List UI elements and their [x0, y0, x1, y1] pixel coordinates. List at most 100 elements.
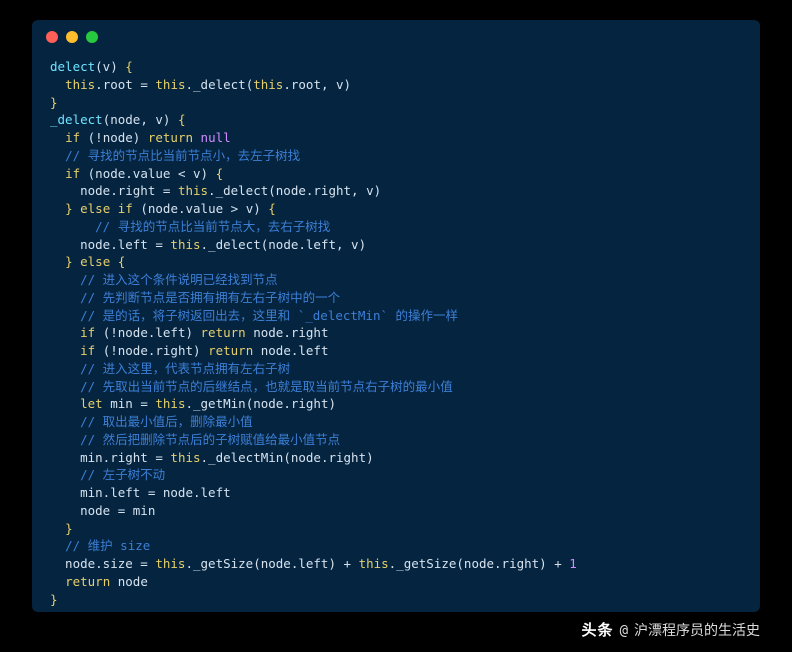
code-token: if	[118, 201, 133, 216]
code-line: delect(v) {	[50, 58, 742, 76]
code-token: this	[65, 77, 95, 92]
code-token: (node.value > v)	[133, 201, 268, 216]
code-token: // 是的话，将子树返回出去，这里和 `_delectMin` 的操作一样	[80, 308, 458, 323]
code-token: return	[148, 130, 193, 145]
code-token	[50, 467, 80, 482]
code-token: this	[155, 396, 185, 411]
code-token: }	[65, 254, 73, 269]
code-token: if	[80, 325, 95, 340]
close-icon[interactable]	[46, 31, 58, 43]
code-token: this	[155, 556, 185, 571]
code-block: delect(v) { this.root = this._delect(thi…	[32, 54, 760, 626]
code-token	[50, 219, 95, 234]
code-token: node.left =	[50, 237, 170, 252]
code-token	[50, 272, 80, 287]
code-token: // 然后把删除节点后的子树赋值给最小值节点	[80, 432, 340, 447]
code-line: // 左子树不动	[50, 466, 742, 484]
code-line: // 然后把删除节点后的子树赋值给最小值节点	[50, 431, 742, 449]
code-token: {	[178, 112, 186, 127]
code-line: // 取出最小值后，删除最小值	[50, 413, 742, 431]
code-line: if (!node.left) return node.right	[50, 324, 742, 342]
code-line: node.left = this._delect(node.left, v)	[50, 236, 742, 254]
at-symbol: @	[620, 623, 628, 639]
code-line: let min = this._getMin(node.right)	[50, 395, 742, 413]
code-token: ._delectMin(node.right)	[201, 450, 374, 465]
brand-label: 头条	[582, 619, 614, 640]
code-token: min =	[103, 396, 156, 411]
code-token: (!node.left)	[95, 325, 200, 340]
code-token: else	[80, 201, 110, 216]
code-token	[50, 130, 65, 145]
code-token: // 先取出当前节点的后继结点，也就是取当前节点右子树的最小值	[80, 379, 453, 394]
code-token: // 维护 size	[65, 538, 150, 553]
code-token	[50, 77, 65, 92]
code-line: } else if (node.value > v) {	[50, 200, 742, 218]
code-line: if (!node) return null	[50, 129, 742, 147]
code-line: // 寻找的节点比当前节点大，去右子树找	[50, 218, 742, 236]
code-line: _delect(node, v) {	[50, 111, 742, 129]
code-line: // 是的话，将子树返回出去，这里和 `_delectMin` 的操作一样	[50, 307, 742, 325]
code-token: this	[170, 237, 200, 252]
code-token: (!node)	[80, 130, 148, 145]
code-token	[50, 166, 65, 181]
code-token: ._delect(node.left, v)	[201, 237, 367, 252]
code-token: 1	[569, 556, 577, 571]
code-line: node = min	[50, 502, 742, 520]
code-token	[50, 379, 80, 394]
code-line: min.right = this._delectMin(node.right)	[50, 449, 742, 467]
code-token: // 取出最小值后，删除最小值	[80, 414, 253, 429]
watermark: 头条 @ 沪漂程序员的生活史	[582, 619, 760, 640]
code-token: {	[118, 254, 126, 269]
code-token	[50, 148, 65, 163]
code-window: delect(v) { this.root = this._delect(thi…	[32, 20, 760, 612]
code-token: if	[65, 166, 80, 181]
code-token: // 寻找的节点比当前节点大，去右子树找	[95, 219, 330, 234]
author-name: 沪漂程序员的生活史	[634, 620, 760, 640]
code-token	[73, 201, 81, 216]
code-token	[50, 343, 80, 358]
code-token: {	[216, 166, 224, 181]
code-token	[50, 201, 65, 216]
code-token: (node.value < v)	[80, 166, 215, 181]
code-token: node = min	[50, 503, 155, 518]
code-line: if (node.value < v) {	[50, 165, 742, 183]
code-line: // 先判断节点是否拥有拥有左右子树中的一个	[50, 289, 742, 307]
code-token	[50, 538, 65, 553]
code-token	[110, 254, 118, 269]
code-token: (!node.right)	[95, 343, 208, 358]
code-line: node.right = this._delect(node.right, v)	[50, 182, 742, 200]
code-token	[110, 201, 118, 216]
code-token: (v)	[95, 59, 125, 74]
code-token: }	[65, 521, 73, 536]
code-line: // 寻找的节点比当前节点小，去左子树找	[50, 147, 742, 165]
code-token	[50, 414, 80, 429]
code-token: // 左子树不动	[80, 467, 165, 482]
code-token: }	[50, 592, 58, 607]
code-token: let	[80, 396, 103, 411]
window-titlebar	[32, 20, 760, 54]
code-line: this.root = this._delect(this.root, v)	[50, 76, 742, 94]
code-token: // 进入这个条件说明已经找到节点	[80, 272, 278, 287]
code-token	[50, 521, 65, 536]
code-token: node.right =	[50, 183, 178, 198]
maximize-icon[interactable]	[86, 31, 98, 43]
code-token: ._delect(	[186, 77, 254, 92]
code-token: return	[201, 325, 246, 340]
code-token	[50, 254, 65, 269]
code-token: _delect	[50, 112, 103, 127]
code-token: this	[178, 183, 208, 198]
code-token: (node, v)	[103, 112, 178, 127]
code-token: node	[110, 574, 148, 589]
code-line: if (!node.right) return node.left	[50, 342, 742, 360]
code-token: this	[253, 77, 283, 92]
code-token: return	[65, 574, 110, 589]
code-token: {	[125, 59, 133, 74]
code-token: ._delect(node.right, v)	[208, 183, 381, 198]
code-token: {	[268, 201, 276, 216]
code-token: // 进入这里，代表节点拥有左右子树	[80, 361, 290, 376]
code-token: node.size =	[50, 556, 155, 571]
code-token	[50, 361, 80, 376]
code-token	[50, 574, 65, 589]
code-token: }	[50, 95, 58, 110]
minimize-icon[interactable]	[66, 31, 78, 43]
